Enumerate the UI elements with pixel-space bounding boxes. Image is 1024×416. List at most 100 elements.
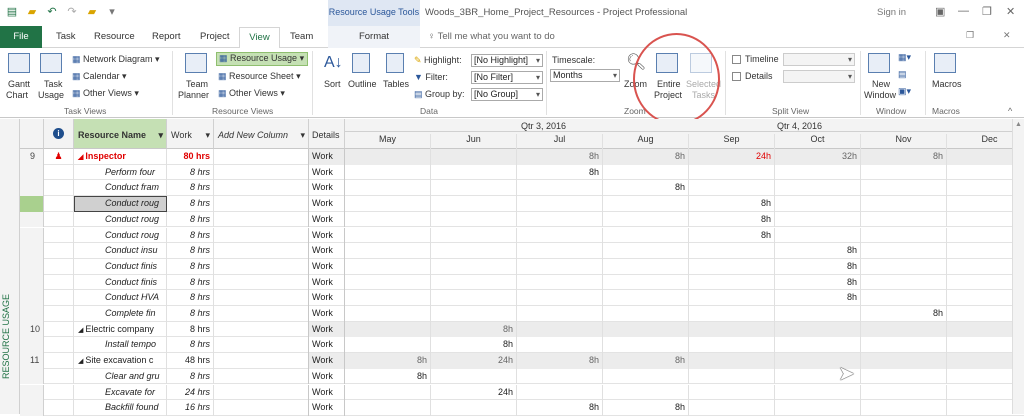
timephased-cell[interactable] xyxy=(861,290,947,306)
timephased-cell[interactable] xyxy=(775,196,861,212)
row-id[interactable] xyxy=(20,290,44,306)
calendar-button[interactable]: ▦ Calendar ▾ xyxy=(72,71,127,82)
macros-button[interactable]: Macros xyxy=(932,79,962,89)
team-planner-button-line2[interactable]: Planner xyxy=(178,90,209,100)
timephased-cell[interactable] xyxy=(517,321,603,338)
add-new-column-cell[interactable] xyxy=(214,258,309,275)
resource-name-cell[interactable]: Conduct HVA xyxy=(74,290,167,306)
groupby-dropdown[interactable]: [No Group] xyxy=(471,88,543,101)
details-checkbox[interactable]: Details xyxy=(732,71,773,82)
timephased-cell[interactable] xyxy=(775,337,861,354)
resource-name-cell[interactable]: Conduct roug xyxy=(74,196,167,212)
timephased-cell[interactable] xyxy=(775,180,861,197)
timephased-cell[interactable] xyxy=(689,306,775,322)
resource-name-cell[interactable]: ◢ Inspector xyxy=(74,149,167,165)
table-row[interactable]: Perform four 8 hrs Work 8h xyxy=(20,164,1024,181)
timephased-cell[interactable] xyxy=(861,196,947,212)
ribbon-display-icon[interactable]: ▣ xyxy=(935,5,945,18)
id-column-header[interactable] xyxy=(20,119,44,149)
row-id[interactable] xyxy=(20,211,44,228)
work-cell[interactable]: 8 hrs xyxy=(167,164,214,181)
timephased-cell[interactable]: 8h xyxy=(775,258,861,275)
timephased-cell[interactable]: 8h xyxy=(861,149,947,165)
sign-in-link[interactable]: Sign in xyxy=(877,7,906,18)
timephased-cell[interactable]: 8h xyxy=(431,321,517,338)
table-row[interactable]: Conduct HVA 8 hrs Work 8h xyxy=(20,290,1024,306)
timephased-cell[interactable]: 24h xyxy=(689,149,775,165)
row-id[interactable] xyxy=(20,337,44,354)
resource-name-cell[interactable]: ◢ Electric company xyxy=(74,321,167,338)
indicators-column-header[interactable]: i xyxy=(44,119,74,149)
timephased-cell[interactable] xyxy=(431,306,517,322)
timephased-cell[interactable] xyxy=(603,384,689,401)
tell-me-box[interactable]: ♀ Tell me what you want to do xyxy=(428,31,555,42)
timephased-cell[interactable] xyxy=(345,227,431,244)
timeline-check-box[interactable] xyxy=(732,55,741,65)
add-new-column-cell[interactable] xyxy=(214,384,309,401)
timephased-cell[interactable] xyxy=(775,321,861,338)
timephased-cell[interactable]: 8h xyxy=(689,227,775,244)
resource-name-cell[interactable]: Conduct insu xyxy=(74,243,167,259)
resource-name-cell[interactable]: Conduct fram xyxy=(74,180,167,197)
outline-button[interactable]: Outline xyxy=(348,79,377,89)
resource-name-cell[interactable]: Conduct roug xyxy=(74,211,167,228)
table-row[interactable]: Install tempo 8 hrs Work 8h xyxy=(20,337,1024,354)
timephased-cell[interactable] xyxy=(517,227,603,244)
tab-team[interactable]: Team xyxy=(290,31,313,42)
hide-icon[interactable]: ▤ xyxy=(898,69,907,80)
timephased-cell[interactable]: 8h xyxy=(517,149,603,165)
timeline-checkbox[interactable]: Timeline xyxy=(732,54,779,65)
timephased-cell[interactable] xyxy=(861,368,947,385)
timephased-cell[interactable] xyxy=(517,384,603,401)
work-cell[interactable]: 8 hrs xyxy=(167,306,214,322)
tables-button[interactable]: Tables xyxy=(383,79,409,89)
add-new-column-header[interactable]: Add New Column ▾ xyxy=(214,119,309,149)
other-views-resource-button[interactable]: ▦ Other Views ▾ xyxy=(218,88,285,99)
row-id[interactable] xyxy=(20,180,44,197)
row-id[interactable] xyxy=(20,274,44,291)
timephased-cell[interactable] xyxy=(861,258,947,275)
table-row[interactable]: Clear and gru 8 hrs Work 8h xyxy=(20,368,1024,385)
timephased-cell[interactable] xyxy=(517,243,603,259)
timephased-cell[interactable] xyxy=(603,274,689,291)
timephased-cell[interactable] xyxy=(517,211,603,228)
table-row[interactable]: 11 ◢ Site excavation c 48 hrs Work 8h 24h 8h 8h xyxy=(20,353,1024,369)
timephased-cell[interactable] xyxy=(775,306,861,322)
timephased-cell[interactable] xyxy=(775,384,861,401)
timephased-cell[interactable]: 8h xyxy=(775,274,861,291)
row-id[interactable] xyxy=(20,306,44,322)
timephased-cell[interactable] xyxy=(431,368,517,385)
add-new-column-cell[interactable] xyxy=(214,337,309,354)
task-usage-button[interactable]: Task xyxy=(44,79,63,89)
task-usage-button-line2[interactable]: Usage xyxy=(38,90,64,100)
resource-name-column-header[interactable]: Resource Name ▾ xyxy=(74,119,167,149)
timephased-cell[interactable] xyxy=(431,149,517,165)
timephased-cell[interactable] xyxy=(861,337,947,354)
undo-icon[interactable]: ↶ xyxy=(44,4,60,20)
row-id[interactable] xyxy=(20,196,44,212)
work-cell[interactable]: 8 hrs xyxy=(167,274,214,291)
add-new-column-cell[interactable] xyxy=(214,211,309,228)
highlight-dropdown[interactable]: [No Highlight] xyxy=(471,54,543,67)
timephased-cell[interactable] xyxy=(603,306,689,322)
timephased-cell[interactable]: 8h xyxy=(603,180,689,197)
row-id[interactable] xyxy=(20,243,44,259)
row-id[interactable]: 10 xyxy=(20,321,44,338)
tab-report[interactable]: Report xyxy=(152,31,181,42)
gantt-chart-button[interactable]: Gantt xyxy=(8,79,30,89)
timephased-cell[interactable]: 8h xyxy=(775,243,861,259)
new-window-button-line2[interactable]: Window xyxy=(864,90,896,100)
timephased-cell[interactable] xyxy=(517,290,603,306)
timephased-cell[interactable] xyxy=(345,321,431,338)
timephased-cell[interactable] xyxy=(603,321,689,338)
add-new-column-cell[interactable] xyxy=(214,243,309,259)
timeline-dropdown[interactable] xyxy=(783,53,855,66)
timephased-cell[interactable] xyxy=(775,164,861,181)
timephased-cell[interactable]: 8h xyxy=(345,368,431,385)
timephased-cell[interactable] xyxy=(861,274,947,291)
work-cell[interactable]: 8 hrs xyxy=(167,290,214,306)
timephased-cell[interactable] xyxy=(689,164,775,181)
timephased-cell[interactable] xyxy=(431,274,517,291)
table-row[interactable]: Conduct fram 8 hrs Work 8h xyxy=(20,180,1024,197)
resource-name-cell[interactable]: Conduct roug xyxy=(74,227,167,244)
